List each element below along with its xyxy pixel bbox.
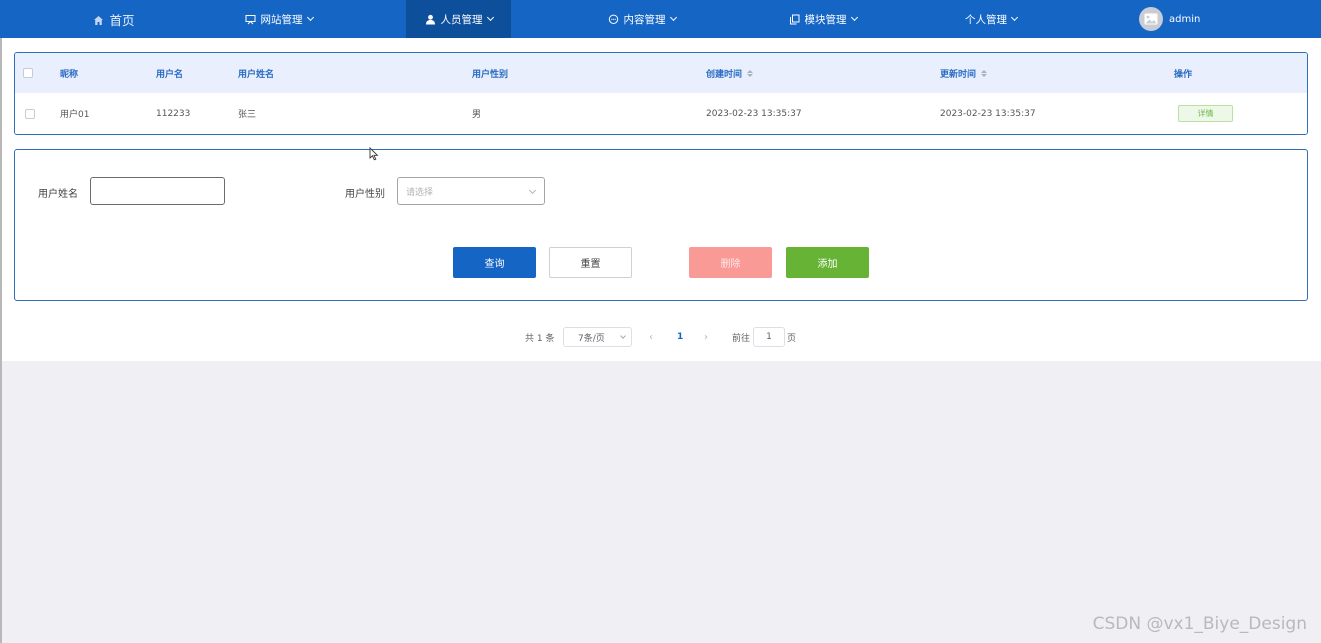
nav-item-module[interactable]: 模块管理	[770, 0, 875, 38]
nav-item-home[interactable]: 首页	[78, 0, 150, 38]
detail-button[interactable]: 详情	[1178, 105, 1233, 122]
row-checkbox[interactable]	[25, 93, 35, 134]
query-button[interactable]: 查询	[453, 247, 536, 278]
image-icon	[1144, 13, 1158, 25]
page-size-value: 7条/页	[578, 333, 605, 344]
reset-button[interactable]: 重置	[549, 247, 632, 278]
home-icon	[93, 14, 104, 25]
mouse-cursor-icon	[369, 147, 379, 161]
page-unit-label: 页	[787, 333, 797, 344]
page-size-select[interactable]: 7条/页	[563, 327, 632, 347]
user-table: 昵称 用户名 用户姓名 用户性别 创建时间 更新时间 操作 用户01 11223…	[14, 52, 1308, 135]
nav-label: 个人管理	[965, 13, 1007, 26]
watermark: CSDN @vx1_Biye_Design	[1092, 614, 1307, 634]
prev-page-icon[interactable]: ‹	[649, 327, 653, 347]
copy-icon	[789, 14, 800, 25]
chevron-down-icon	[669, 13, 677, 21]
col-updated[interactable]: 更新时间	[940, 53, 988, 93]
pagination: 共 1 条 7条/页 ‹ 1 › 前往 1 页	[2, 327, 1321, 347]
delete-button[interactable]: 删除	[689, 247, 772, 278]
chevron-down-icon	[850, 13, 858, 21]
name-label: 用户姓名	[38, 189, 78, 200]
chat-icon	[608, 14, 619, 25]
goto-label: 前往	[732, 333, 751, 344]
nav-label: 内容管理	[623, 13, 666, 26]
col-username: 用户名	[156, 69, 184, 80]
nav-label: 模块管理	[804, 13, 847, 26]
gender-placeholder: 请选择	[406, 187, 434, 198]
next-page-icon[interactable]: ›	[704, 327, 708, 347]
name-input[interactable]	[90, 177, 225, 205]
sort-icon[interactable]	[981, 69, 988, 77]
cell-created: 2023-02-23 13:35:37	[706, 108, 802, 119]
col-action: 操作	[1174, 69, 1193, 80]
nav-item-personal[interactable]: 个人管理	[945, 0, 1037, 38]
goto-input[interactable]: 1	[753, 327, 785, 347]
select-all-checkbox[interactable]	[23, 53, 33, 93]
col-created[interactable]: 创建时间	[706, 53, 754, 93]
nav-label: 首页	[109, 12, 135, 28]
col-realname: 用户姓名	[238, 69, 275, 80]
monitor-icon	[245, 14, 256, 25]
username-label: admin	[1169, 13, 1201, 25]
cell-realname: 张三	[238, 110, 257, 120]
cell-gender: 男	[472, 110, 482, 120]
nav-item-personnel[interactable]: 人员管理	[406, 0, 511, 38]
table-row: 用户01 112233 张三 男 2023-02-23 13:35:37 202…	[15, 93, 1307, 134]
chevron-down-icon	[486, 13, 494, 21]
nav-label: 网站管理	[260, 13, 303, 26]
chevron-down-icon	[528, 186, 537, 195]
col-updated-label: 更新时间	[940, 69, 977, 80]
pager-total: 共 1 条	[525, 333, 555, 344]
chevron-down-icon	[620, 333, 626, 339]
page-number[interactable]: 1	[677, 327, 683, 347]
cell-username: 112233	[156, 108, 191, 119]
top-navbar: 首页 网站管理 人员管理 内容管理 模块管理 个人管理 admin	[0, 0, 1321, 38]
col-gender: 用户性别	[472, 69, 509, 80]
add-button[interactable]: 添加	[786, 247, 869, 278]
cell-updated: 2023-02-23 13:35:37	[940, 108, 1036, 119]
nav-item-website[interactable]: 网站管理	[226, 0, 331, 38]
search-form: 用户姓名 用户性别 请选择 查询 重置 删除 添加	[14, 149, 1308, 301]
col-created-label: 创建时间	[706, 69, 743, 80]
gender-select[interactable]: 请选择	[397, 177, 545, 205]
nav-item-content[interactable]: 内容管理	[589, 0, 694, 38]
nav-label: 人员管理	[440, 13, 483, 26]
gender-label: 用户性别	[345, 189, 385, 200]
sort-icon[interactable]	[747, 69, 754, 77]
main-content: 昵称 用户名 用户姓名 用户性别 创建时间 更新时间 操作 用户01 11223…	[2, 38, 1321, 361]
cell-nickname: 用户01	[60, 110, 90, 120]
col-nickname: 昵称	[60, 69, 79, 80]
user-icon	[425, 14, 436, 25]
chevron-down-icon	[306, 13, 314, 21]
user-menu[interactable]: admin	[1139, 0, 1200, 38]
chevron-down-icon	[1010, 13, 1019, 21]
table-header: 昵称 用户名 用户姓名 用户性别 创建时间 更新时间 操作	[15, 53, 1307, 93]
avatar	[1139, 7, 1163, 31]
